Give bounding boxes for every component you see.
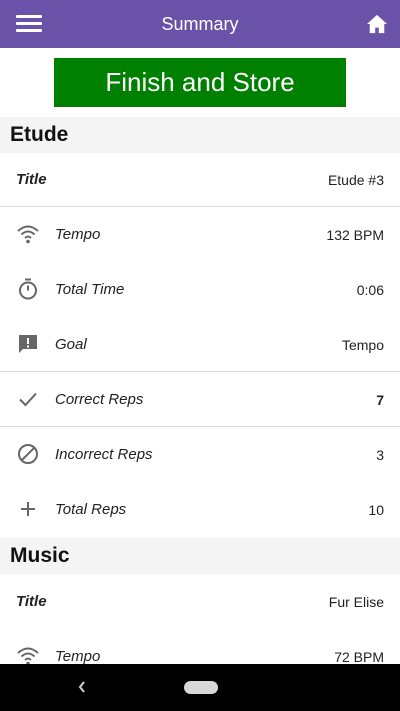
total-time-value: 0:06 xyxy=(356,281,384,298)
goal-value: Tempo xyxy=(341,336,384,353)
title-value: Fur Elise xyxy=(328,593,384,610)
tempo-label: Tempo xyxy=(55,648,101,665)
home-pill-icon[interactable] xyxy=(184,681,218,694)
title-label: Title xyxy=(16,593,47,610)
etude-tempo-row: Tempo 132 BPM xyxy=(0,207,400,262)
menu-icon[interactable] xyxy=(16,12,42,36)
tempo-label: Tempo xyxy=(55,226,101,243)
title-label: Title xyxy=(16,171,47,188)
music-title-row: Title Fur Elise xyxy=(0,574,400,629)
etude-title-row: Title Etude #3 xyxy=(0,152,400,207)
check-icon xyxy=(19,392,37,407)
etude-goal-row: Goal Tempo xyxy=(0,317,400,372)
goal-alert-icon xyxy=(19,335,37,353)
section-header-etude: Etude xyxy=(0,117,400,153)
correct-reps-label: Correct Reps xyxy=(55,391,144,408)
correct-reps-value: 7 xyxy=(376,391,384,408)
wifi-icon xyxy=(17,225,39,244)
section-header-music: Music xyxy=(0,538,400,574)
system-nav-bar xyxy=(0,664,400,711)
goal-label: Goal xyxy=(55,336,87,353)
home-icon[interactable] xyxy=(366,14,388,34)
etude-total-reps-row: Total Reps 10 xyxy=(0,482,400,537)
page-title: Summary xyxy=(161,13,239,34)
block-icon xyxy=(18,444,38,464)
total-reps-label: Total Reps xyxy=(55,501,127,518)
etude-incorrect-reps-row: Incorrect Reps 3 xyxy=(0,427,400,482)
plus-icon xyxy=(21,502,35,516)
tempo-value: 132 BPM xyxy=(326,226,384,243)
incorrect-reps-value: 3 xyxy=(376,446,384,463)
etude-total-time-row: Total Time 0:06 xyxy=(0,262,400,317)
tempo-value: 72 BPM xyxy=(334,648,384,665)
timer-icon xyxy=(19,278,37,300)
incorrect-reps-label: Incorrect Reps xyxy=(55,446,153,463)
total-time-label: Total Time xyxy=(55,281,125,298)
finish-and-store-button[interactable]: Finish and Store xyxy=(54,58,346,107)
app-bar: Summary xyxy=(0,0,400,48)
total-reps-value: 10 xyxy=(368,501,384,518)
back-icon[interactable] xyxy=(75,679,89,695)
etude-correct-reps-row: Correct Reps 7 xyxy=(0,372,400,427)
title-value: Etude #3 xyxy=(327,171,384,188)
